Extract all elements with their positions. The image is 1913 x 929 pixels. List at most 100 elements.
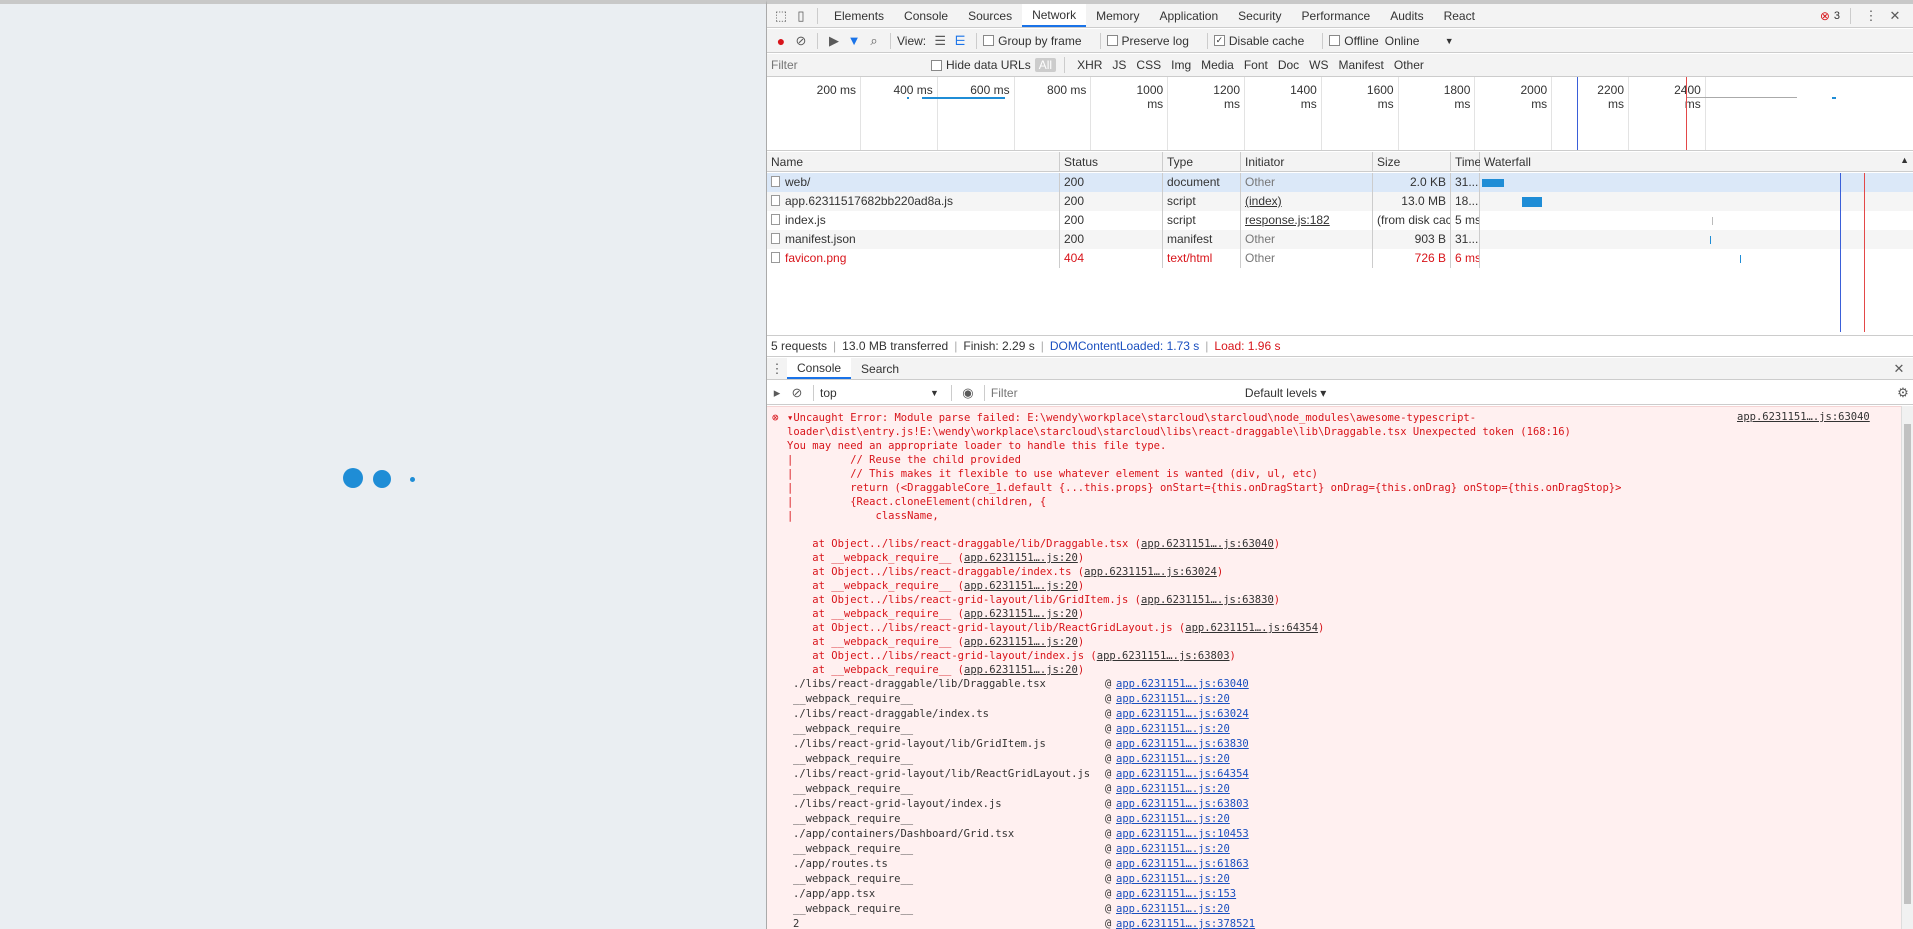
column-header-initiator[interactable]: Initiator <box>1241 152 1373 172</box>
clear-icon[interactable]: ⊘ <box>791 31 811 51</box>
filter-type-doc[interactable]: Doc <box>1274 58 1303 72</box>
drawer-tab-console[interactable]: Console <box>787 358 852 379</box>
request-row[interactable]: favicon.png 404 text/html Other 726 B 6 ms <box>767 249 1913 268</box>
throttling-select[interactable]: Online <box>1385 34 1445 48</box>
cell-name[interactable]: app.62311517682bb220ad8a.js <box>767 192 1060 211</box>
sidebar-toggle-icon[interactable]: ▸ <box>767 383 787 403</box>
sort-ascending-icon[interactable]: ▲ <box>1900 155 1909 165</box>
inspect-element-icon[interactable]: ⬚ <box>771 6 791 26</box>
disable-cache-checkbox[interactable]: ✓ Disable cache <box>1213 34 1304 48</box>
column-header-status[interactable]: Status <box>1060 152 1163 172</box>
trace-source-link[interactable]: app.6231151….js:20 <box>964 636 1078 648</box>
stack-source-link[interactable]: app.6231151….js:20 <box>1116 752 1230 767</box>
checkbox-box[interactable] <box>931 59 942 71</box>
filter-type-css[interactable]: CSS <box>1132 58 1165 72</box>
trace-source-link[interactable]: app.6231151….js:20 <box>964 608 1078 620</box>
console-settings-gear-icon[interactable]: ⚙ <box>1893 383 1913 403</box>
trace-source-link[interactable]: app.6231151….js:63830 <box>1141 594 1274 606</box>
tab-sources[interactable]: Sources <box>958 4 1022 27</box>
stack-source-link[interactable]: app.6231151….js:20 <box>1116 722 1230 737</box>
trace-source-link[interactable]: app.6231151….js:63040 <box>1141 538 1274 550</box>
group-by-frame-checkbox[interactable]: Group by frame <box>983 34 1082 48</box>
trace-source-link[interactable]: app.6231151….js:64354 <box>1185 622 1318 634</box>
stack-source-link[interactable]: app.6231151….js:20 <box>1116 692 1230 707</box>
request-row[interactable]: index.js 200 script response.js:182 (from di… <box>767 211 1913 230</box>
stack-source-link[interactable]: app.6231151….js:61863 <box>1116 857 1249 872</box>
stack-source-link[interactable]: app.6231151….js:378521 <box>1116 917 1255 929</box>
filter-type-font[interactable]: Font <box>1240 58 1272 72</box>
request-row[interactable]: manifest.json 200 manifest Other 903 B 31... <box>767 230 1913 249</box>
column-header-time[interactable]: Time <box>1451 152 1481 172</box>
tab-elements[interactable]: Elements <box>824 4 894 27</box>
capture-screenshots-icon[interactable]: ▶ <box>824 31 844 51</box>
trace-source-link[interactable]: app.6231151….js:20 <box>964 664 1078 676</box>
stack-source-link[interactable]: app.6231151….js:20 <box>1116 842 1230 857</box>
stack-source-link[interactable]: app.6231151….js:20 <box>1116 902 1230 917</box>
cell-name[interactable]: favicon.png <box>767 249 1060 268</box>
request-row[interactable]: web/200 document Other 2.0 KB 31... <box>767 173 1913 192</box>
offline-checkbox[interactable]: Offline <box>1329 34 1379 48</box>
record-icon[interactable]: ● <box>771 31 791 51</box>
trace-source-link[interactable]: app.6231151….js:63803 <box>1097 650 1230 662</box>
log-levels-select[interactable]: Default levels ▾ <box>1245 386 1326 400</box>
stack-source-link[interactable]: app.6231151….js:20 <box>1116 812 1230 827</box>
network-filter-input[interactable] <box>771 56 931 74</box>
stack-source-link[interactable]: app.6231151….js:64354 <box>1116 767 1249 782</box>
checkbox-box[interactable] <box>983 35 995 46</box>
cell-name[interactable]: web/ <box>767 173 1060 192</box>
scrollbar-thumb[interactable] <box>1904 424 1911 904</box>
drawer-menu-icon[interactable]: ⋮ <box>767 359 787 379</box>
preserve-log-checkbox[interactable]: Preserve log <box>1106 34 1189 48</box>
search-icon[interactable]: ⌕ <box>864 31 884 51</box>
chevron-down-icon[interactable]: ▼ <box>930 388 939 398</box>
trace-source-link[interactable]: app.6231151….js:20 <box>964 552 1078 564</box>
stack-source-link[interactable]: app.6231151….js:10453 <box>1116 827 1249 842</box>
trace-source-link[interactable]: app.6231151….js:20 <box>964 580 1078 592</box>
tab-console[interactable]: Console <box>894 4 958 27</box>
console-scrollbar[interactable] <box>1901 406 1913 929</box>
filter-type-other[interactable]: Other <box>1390 58 1428 72</box>
cell-initiator[interactable]: (index) <box>1241 192 1373 211</box>
filter-type-img[interactable]: Img <box>1167 58 1195 72</box>
large-rows-icon[interactable]: ☰ <box>930 31 950 51</box>
tab-security[interactable]: Security <box>1228 4 1291 27</box>
tab-performance[interactable]: Performance <box>1292 4 1381 27</box>
stack-source-link[interactable]: app.6231151….js:63024 <box>1116 707 1249 722</box>
stack-source-link[interactable]: app.6231151….js:153 <box>1116 887 1236 902</box>
filter-type-all[interactable]: All <box>1034 58 1057 72</box>
column-header-size[interactable]: Size <box>1373 152 1451 172</box>
drawer-tab-search[interactable]: Search <box>851 358 909 379</box>
checkbox-box[interactable] <box>1329 35 1341 46</box>
hide-data-urls-checkbox[interactable]: Hide data URLs <box>931 58 1031 72</box>
tab-audits[interactable]: Audits <box>1380 4 1433 27</box>
cell-name[interactable]: manifest.json <box>767 230 1060 249</box>
overview-icon[interactable]: ⋿ <box>950 31 970 51</box>
column-header-type[interactable]: Type <box>1163 152 1241 172</box>
cell-initiator[interactable]: response.js:182 <box>1241 211 1373 230</box>
close-drawer-icon[interactable]: ✕ <box>1889 359 1909 379</box>
tab-react[interactable]: React <box>1434 4 1485 27</box>
cell-initiator[interactable]: Other <box>1241 230 1373 249</box>
console-filter-input[interactable] <box>990 383 1241 402</box>
stack-source-link[interactable]: app.6231151….js:63803 <box>1116 797 1249 812</box>
trace-source-link[interactable]: app.6231151….js:63024 <box>1084 566 1217 578</box>
live-expression-eye-icon[interactable]: ◉ <box>958 383 978 403</box>
close-icon[interactable]: ✕ <box>1885 6 1905 26</box>
cell-initiator[interactable]: Other <box>1241 249 1373 268</box>
filter-type-manifest[interactable]: Manifest <box>1335 58 1388 72</box>
network-overview-timeline[interactable]: 200 ms 400 ms 600 ms 800 ms 1000 ms 1200 ms 14… <box>767 77 1913 151</box>
cell-initiator[interactable]: Other <box>1241 173 1373 192</box>
column-header-waterfall[interactable]: Waterfall <box>1480 152 1913 172</box>
stack-source-link[interactable]: app.6231151….js:63040 <box>1116 677 1249 692</box>
filter-type-js[interactable]: JS <box>1108 58 1130 72</box>
cell-name[interactable]: index.js <box>767 211 1060 230</box>
error-source-link[interactable]: app.6231151….js:63040 <box>1737 411 1870 423</box>
checkbox-box-checked[interactable]: ✓ <box>1213 35 1225 46</box>
request-row[interactable]: app.62311517682bb220ad8a.js 200 script (ind… <box>767 192 1913 211</box>
tab-application[interactable]: Application <box>1149 4 1228 27</box>
context-select[interactable]: top <box>820 386 930 400</box>
filter-type-ws[interactable]: WS <box>1305 58 1332 72</box>
column-header-name[interactable]: Name <box>767 152 1060 172</box>
tab-network[interactable]: Network <box>1022 4 1087 27</box>
more-options-icon[interactable]: ⋮ <box>1861 6 1881 26</box>
